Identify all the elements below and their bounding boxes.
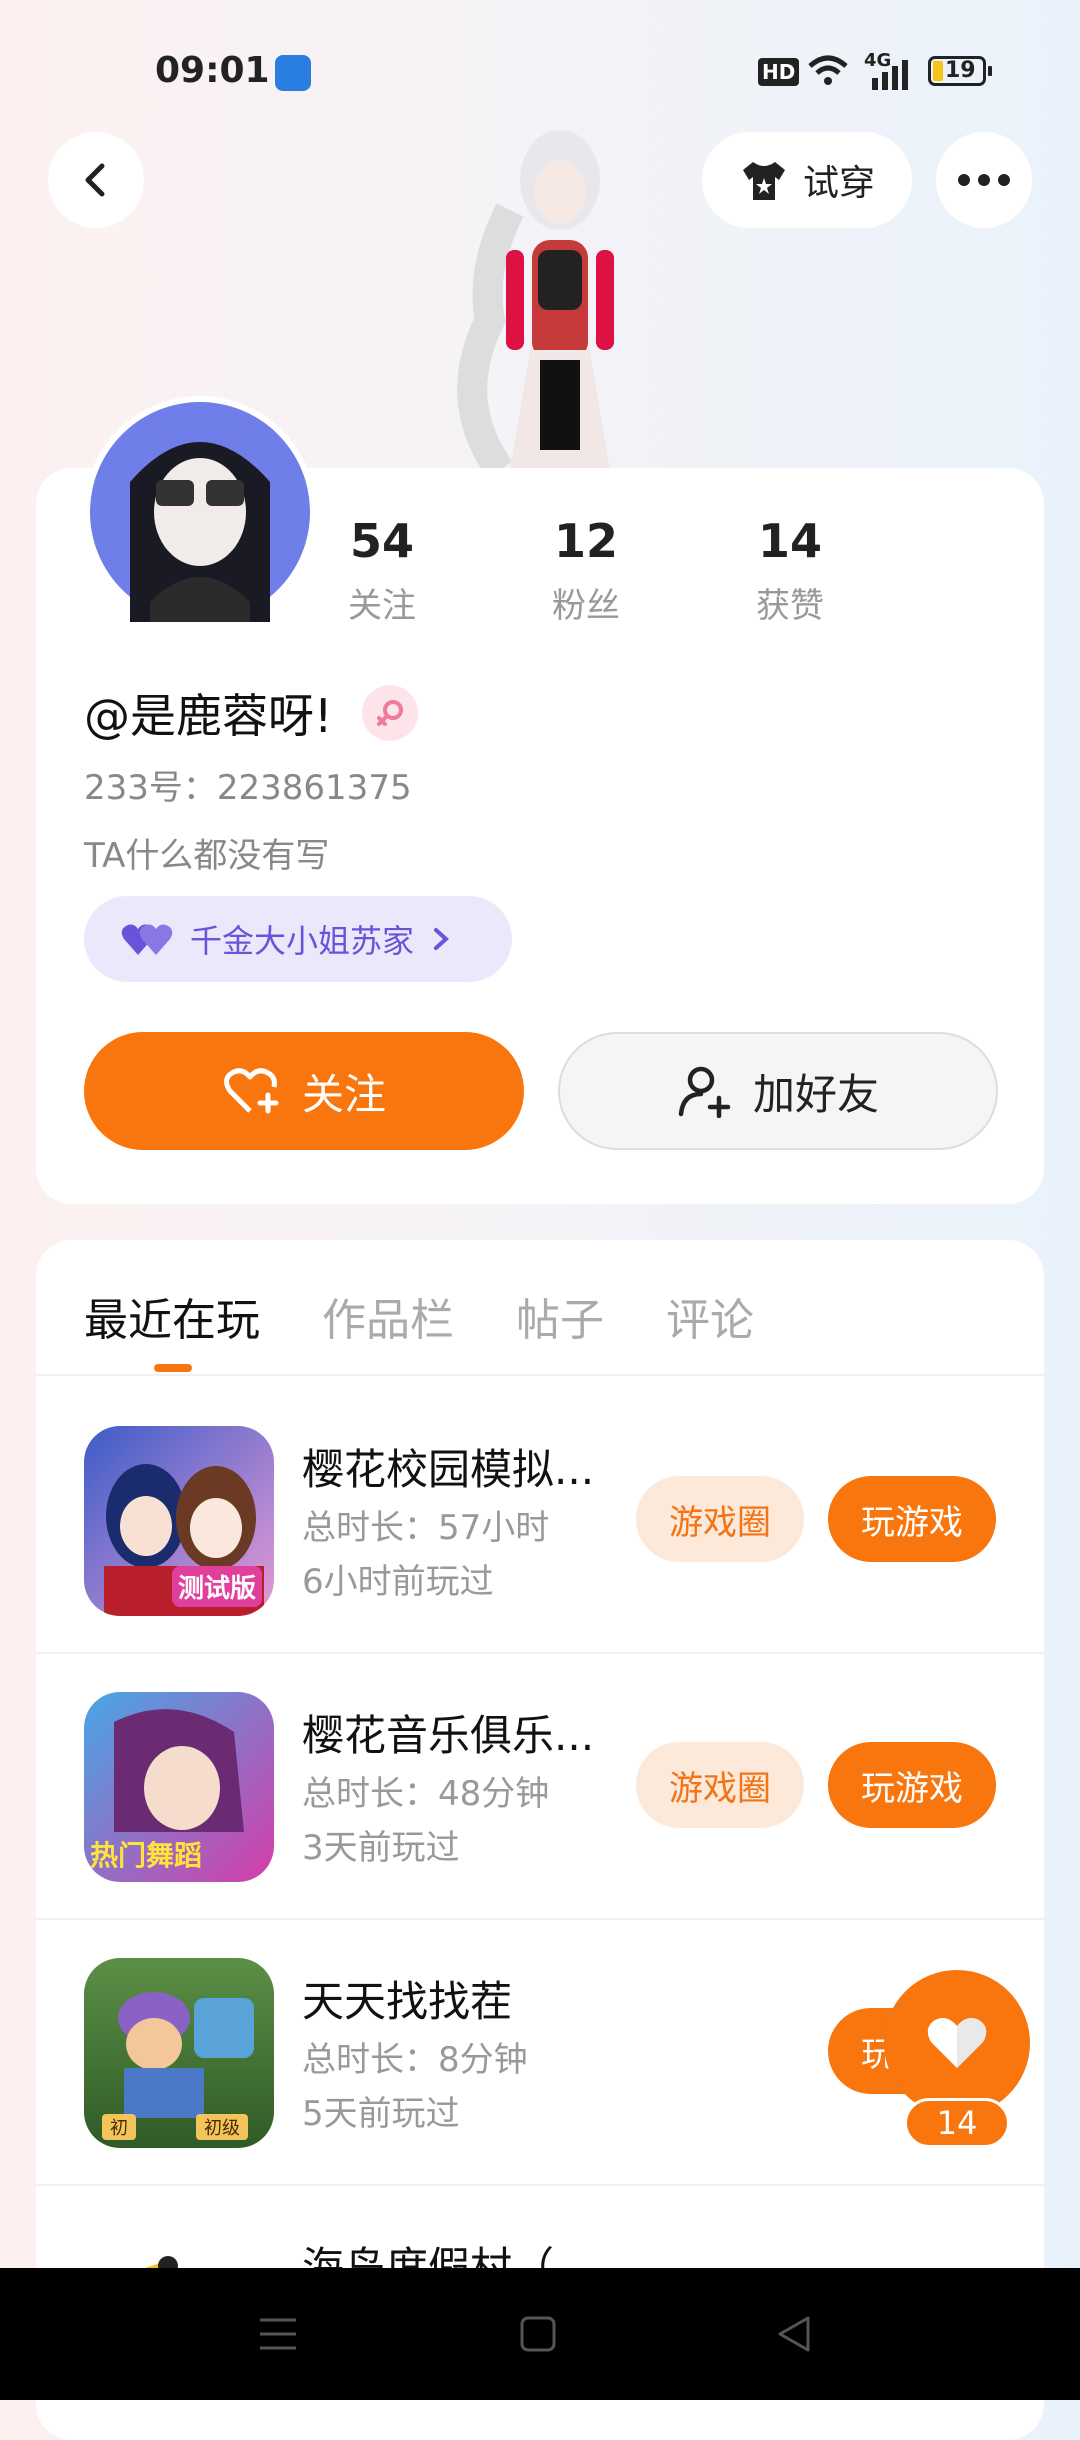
back-nav-icon[interactable] — [774, 2314, 814, 2354]
stat-following-label: 关注 — [348, 586, 416, 626]
game-badge: 热门舞蹈 — [90, 1839, 203, 1872]
status-time: 09:01 — [155, 50, 270, 91]
game-badge-right: 初级 — [196, 2114, 248, 2140]
battery-level: 19 — [945, 58, 976, 83]
follow-button[interactable]: 关注 — [84, 1032, 524, 1150]
tab-comments[interactable]: 评论 — [666, 1284, 754, 1348]
content-card: 最近在玩 作品栏 帖子 评论 测试版 樱花校园模拟... 总时长：57小时 6小… — [36, 1240, 1044, 2440]
floating-like-button[interactable] — [884, 1970, 1030, 2116]
game-duration: 总时长：48分钟 — [302, 1774, 550, 1814]
game-duration: 总时长：57小时 — [302, 1508, 550, 1548]
play-game-button[interactable]: 玩游戏 — [828, 1742, 996, 1828]
user-bio: TA什么都没有写 — [84, 836, 330, 876]
chevron-left-icon — [85, 163, 105, 197]
avatar-3d-figure — [420, 110, 660, 479]
tshirt-icon — [742, 162, 785, 200]
tab-bar: 最近在玩 作品栏 帖子 评论 — [84, 1284, 754, 1348]
chevron-right-icon — [434, 928, 450, 950]
game-icon: 热门舞蹈 — [84, 1692, 274, 1882]
game-last-played: 5天前玩过 — [302, 2094, 460, 2134]
heart-icon — [927, 2018, 987, 2068]
game-title: 樱花音乐俱乐... — [302, 1711, 595, 1760]
user-id: 233号：223861375 — [84, 768, 412, 808]
game-icon: 初 初级 — [84, 1958, 274, 2148]
menu-icon[interactable] — [258, 2314, 298, 2354]
wifi-icon — [808, 55, 848, 85]
hd-icon: HD — [758, 58, 800, 86]
stat-likes-count: 14 — [757, 514, 822, 568]
stat-likes[interactable]: 14 获赞 — [690, 514, 890, 627]
double-heart-icon — [121, 924, 173, 955]
add-friend-label: 加好友 — [752, 1069, 879, 1119]
list-item[interactable]: 热门舞蹈 樱花音乐俱乐... 总时长：48分钟 3天前玩过 游戏圈 玩游戏 — [36, 1654, 1044, 1918]
username: @是鹿蓉呀! — [84, 689, 333, 743]
profile-stats: 54 关注 12 粉丝 14 获赞 — [282, 514, 890, 627]
game-duration: 总时长：8分钟 — [302, 2040, 528, 2080]
tab-posts[interactable]: 帖子 — [516, 1284, 604, 1348]
tab-works[interactable]: 作品栏 — [322, 1284, 454, 1348]
avatar[interactable] — [84, 396, 316, 628]
game-last-played: 3天前玩过 — [302, 1828, 460, 1868]
game-title: 天天找找茬 — [302, 1977, 513, 2026]
signal-icon — [872, 60, 908, 90]
game-icon: 测试版 — [84, 1426, 274, 1616]
tab-indicator — [154, 1364, 192, 1372]
relationship-tag-label: 千金大小姐苏家 — [190, 922, 415, 960]
stat-likes-label: 获赞 — [756, 586, 824, 626]
system-nav-bar — [0, 2268, 1080, 2400]
follow-label: 关注 — [301, 1069, 386, 1119]
game-title: 樱花校园模拟... — [302, 1445, 595, 1494]
game-circle-button[interactable]: 游戏圈 — [636, 1476, 804, 1562]
game-badge: 测试版 — [172, 1566, 263, 1607]
heart-plus-icon — [223, 1068, 279, 1114]
stat-fans-label: 粉丝 — [552, 586, 620, 626]
stat-fans[interactable]: 12 粉丝 — [486, 514, 686, 627]
more-dots-icon — [958, 174, 1010, 186]
tryon-button[interactable]: 试穿 — [702, 132, 912, 228]
list-item[interactable]: 测试版 樱花校园模拟... 总时长：57小时 6小时前玩过 游戏圈 玩游戏 — [36, 1376, 1044, 1640]
add-user-icon — [678, 1066, 731, 1118]
stat-fans-count: 12 — [553, 514, 618, 568]
add-friend-button[interactable]: 加好友 — [558, 1032, 998, 1150]
battery-icon: 19 — [928, 56, 992, 86]
play-game-button[interactable]: 玩游戏 — [828, 1476, 996, 1562]
back-button[interactable] — [48, 132, 144, 228]
like-count-badge: 14 — [904, 2098, 1010, 2148]
home-icon[interactable] — [518, 2314, 558, 2354]
shield-icon — [275, 55, 311, 91]
tryon-label: 试穿 — [802, 163, 875, 204]
female-gender-icon — [362, 685, 419, 741]
tab-recent-play[interactable]: 最近在玩 — [84, 1284, 260, 1348]
game-badge-left: 初 — [102, 2114, 136, 2140]
game-circle-button[interactable]: 游戏圈 — [636, 1742, 804, 1828]
more-button[interactable] — [936, 132, 1032, 228]
relationship-tag[interactable]: 千金大小姐苏家 — [84, 896, 512, 982]
game-last-played: 6小时前玩过 — [302, 1562, 494, 1602]
